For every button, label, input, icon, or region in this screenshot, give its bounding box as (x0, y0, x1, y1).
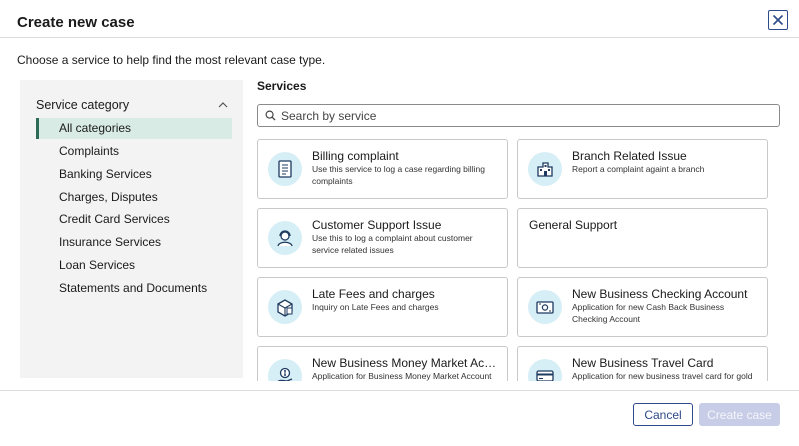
service-category-panel: Service category All categories Complain… (20, 80, 243, 378)
category-insurance-services[interactable]: Insurance Services (36, 232, 232, 253)
service-card-new-business-money-market[interactable]: New Business Money Market Acco... Applic… (257, 346, 508, 381)
service-card-billing-complaint[interactable]: Billing complaint Use this service to lo… (257, 139, 508, 199)
service-category-label: Service category (36, 98, 130, 112)
card-icon (528, 359, 562, 381)
close-icon (772, 14, 784, 26)
coin-hand-icon (268, 359, 302, 381)
dialog-subtitle: Choose a service to help find the most r… (17, 53, 326, 67)
close-button[interactable] (768, 10, 788, 30)
service-search[interactable] (257, 104, 780, 127)
service-card-title: New Business Checking Account (572, 287, 748, 301)
category-charges-disputes[interactable]: Charges, Disputes (36, 187, 232, 208)
building-icon (528, 152, 562, 186)
create-case-button[interactable]: Create case (699, 403, 780, 426)
service-card-desc: Report a complaint againt a branch (572, 164, 705, 174)
service-card-branch-related-issue[interactable]: Branch Related Issue Report a complaint … (517, 139, 768, 199)
service-card-general-support[interactable]: General Support (517, 208, 768, 268)
service-card-desc: Use this service to log a case regarding… (312, 164, 485, 186)
service-card-desc: Application for new business travel card… (572, 371, 753, 381)
service-card-desc: Application for new Cash Back Business C… (572, 302, 725, 324)
service-card-new-business-travel-card[interactable]: New Business Travel Card Application for… (517, 346, 768, 381)
search-icon (265, 110, 276, 121)
document-icon (268, 152, 302, 186)
service-search-input[interactable] (281, 108, 761, 123)
service-card-desc: Application for Business Money Market Ac… (312, 371, 492, 381)
category-loan-services[interactable]: Loan Services (36, 255, 232, 276)
service-card-late-fees[interactable]: Late Fees and charges Inquiry on Late Fe… (257, 277, 508, 337)
cancel-button[interactable]: Cancel (633, 403, 693, 426)
dialog-title: Create new case (17, 14, 135, 31)
service-card-title: Branch Related Issue (572, 149, 687, 163)
service-card-title: New Business Money Market Acco... (312, 356, 502, 370)
service-card-new-business-checking[interactable]: New Business Checking Account Applicatio… (517, 277, 768, 337)
category-credit-card-services[interactable]: Credit Card Services (36, 209, 232, 230)
service-card-desc: Inquiry on Late Fees and charges (312, 302, 439, 312)
service-cards-grid: Billing complaint Use this service to lo… (250, 135, 786, 381)
category-complaints[interactable]: Complaints (36, 141, 232, 162)
service-card-title: New Business Travel Card (572, 356, 714, 370)
money-bill-icon (528, 290, 562, 324)
services-heading: Services (257, 79, 307, 93)
dialog-header: Create new case (0, 0, 799, 38)
service-card-title: Late Fees and charges (312, 287, 435, 301)
service-card-title: Billing complaint (312, 149, 399, 163)
category-all-categories[interactable]: All categories (36, 118, 232, 139)
chevron-up-icon (218, 102, 228, 108)
headset-agent-icon (268, 221, 302, 255)
service-card-desc: Use this to log a complaint about custom… (312, 233, 473, 255)
category-statements-documents[interactable]: Statements and Documents (36, 278, 232, 299)
service-card-title: General Support (529, 218, 618, 232)
fee-box-icon (268, 290, 302, 324)
service-card-customer-support-issue[interactable]: Customer Support Issue Use this to log a… (257, 208, 508, 268)
service-category-toggle[interactable]: Service category (36, 98, 228, 112)
service-card-title: Customer Support Issue (312, 218, 442, 232)
category-banking-services[interactable]: Banking Services (36, 164, 232, 185)
